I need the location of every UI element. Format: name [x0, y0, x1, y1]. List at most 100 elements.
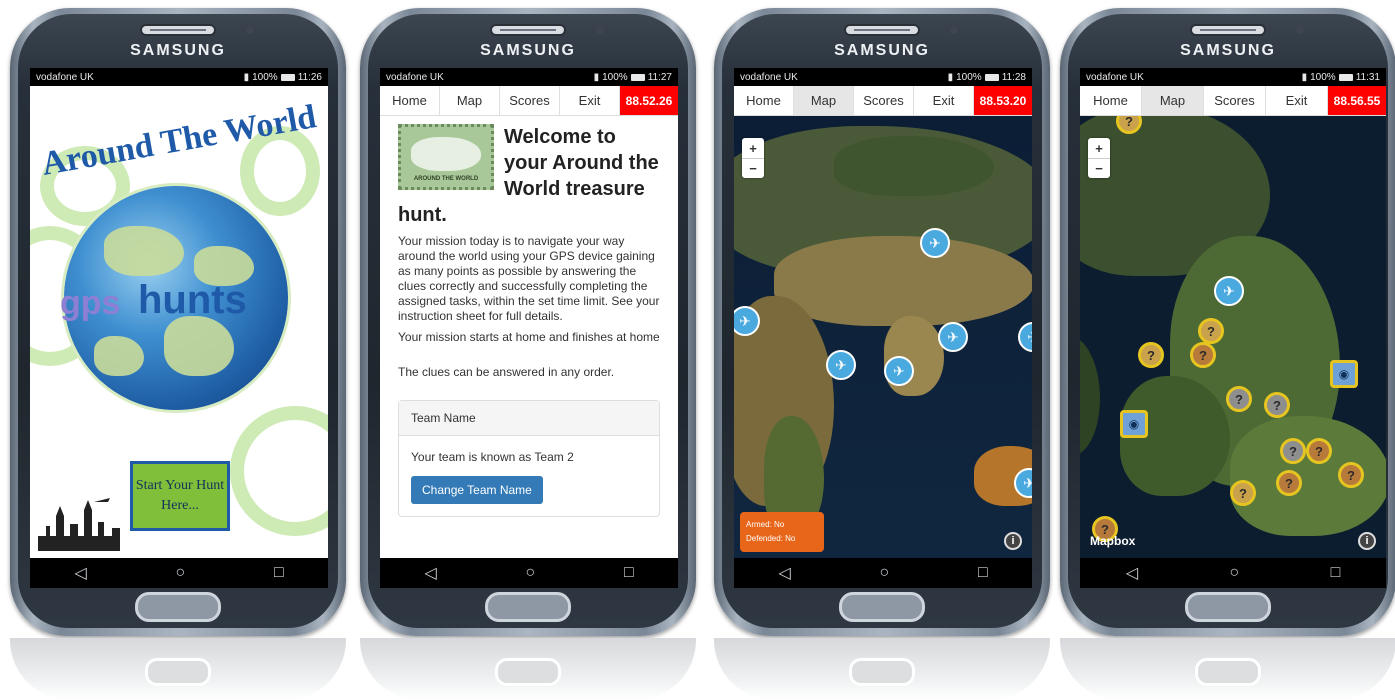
clue-marker-icon[interactable]: ?	[1230, 480, 1256, 506]
hardware-home-button[interactable]	[839, 592, 925, 622]
countdown-timer: 88.56.55	[1328, 86, 1386, 115]
clue-marker-icon[interactable]: ?	[1226, 386, 1252, 412]
plane-marker-icon[interactable]: ✈	[1018, 322, 1032, 352]
tab-scores[interactable]: Scores	[1204, 86, 1266, 115]
zoom-out-button[interactable]: −	[1088, 158, 1110, 178]
brand-logo: SAMSUNG	[130, 42, 226, 59]
skyline-icon	[38, 498, 120, 551]
earpiece	[490, 24, 566, 36]
battery-percent: 100%	[602, 71, 628, 83]
front-camera	[246, 26, 254, 34]
change-team-name-button[interactable]: Change Team Name	[411, 476, 543, 504]
tab-map[interactable]: Map	[794, 86, 854, 115]
back-icon[interactable]: ◁	[1126, 563, 1138, 583]
clue-marker-icon[interactable]: ?	[1276, 470, 1302, 496]
app-nav: Home Map Scores Exit 88.56.55	[1080, 86, 1386, 116]
logo-hunts-text: hunts	[138, 278, 247, 322]
screen: vodafone UK ▮ 100% 11:28 Home Map Scores…	[734, 68, 1032, 588]
earpiece	[1190, 24, 1266, 36]
android-nav-bar: ◁ ○ □	[1080, 558, 1386, 588]
tab-scores[interactable]: Scores	[500, 86, 560, 115]
recents-icon[interactable]: □	[624, 564, 634, 582]
plane-marker-icon[interactable]: ✈	[884, 356, 914, 386]
clue-marker-icon[interactable]: ?	[1264, 392, 1290, 418]
home-icon[interactable]: ○	[879, 564, 889, 582]
status-bar: vodafone UK ▮ 100% 11:27	[380, 68, 678, 86]
hardware-home-button[interactable]	[485, 592, 571, 622]
phone-1: SAMSUNG vodafone UK ▮ 100% 11:26 Around …	[10, 8, 346, 636]
recents-icon[interactable]: □	[1331, 564, 1341, 582]
tab-exit[interactable]: Exit	[560, 86, 620, 115]
tab-home[interactable]: Home	[1080, 86, 1142, 115]
plane-marker-icon[interactable]: ✈	[826, 350, 856, 380]
carrier-label: vodafone UK	[1086, 71, 1144, 83]
clock: 11:27	[647, 71, 672, 83]
welcome-page: AROUND THE WORLD Welcome to your Around …	[380, 116, 678, 558]
tab-home[interactable]: Home	[380, 86, 440, 115]
camera-task-marker-icon[interactable]: ◉	[1120, 410, 1148, 438]
app-nav: Home Map Scores Exit 88.52.26	[380, 86, 678, 116]
battery-percent: 100%	[252, 71, 278, 83]
zoom-in-button[interactable]: +	[1088, 138, 1110, 158]
android-nav-bar: ◁ ○ □	[734, 558, 1032, 588]
front-camera	[950, 26, 958, 34]
logo-gps-text: gps	[60, 284, 121, 322]
zoom-in-button[interactable]: +	[742, 138, 764, 158]
clue-marker-icon[interactable]: ?	[1306, 438, 1332, 464]
clock: 11:28	[1001, 71, 1026, 83]
clue-marker-icon[interactable]: ?	[1198, 318, 1224, 344]
brand-logo: SAMSUNG	[1180, 42, 1276, 59]
countdown-timer: 88.53.20	[974, 86, 1032, 115]
mission-start-text: Your mission starts at home and finishes…	[398, 330, 660, 344]
defended-status: Defended: No	[746, 534, 796, 543]
phone-2-reflection	[360, 638, 696, 700]
plane-marker-icon[interactable]: ✈	[1214, 276, 1244, 306]
mapbox-attribution[interactable]: Mapbox	[1090, 534, 1135, 548]
back-icon[interactable]: ◁	[424, 563, 436, 583]
info-button[interactable]: i	[1004, 532, 1022, 550]
brand-logo: SAMSUNG	[480, 42, 576, 59]
tab-map[interactable]: Map	[1142, 86, 1204, 115]
phone-4: SAMSUNG vodafone UK ▮ 100% 11:31 Home Ma…	[1060, 8, 1395, 636]
plane-marker-icon[interactable]: ✈	[938, 322, 968, 352]
mission-paragraph: Your mission today is to navigate your w…	[398, 234, 660, 323]
clue-marker-icon[interactable]: ?	[1338, 462, 1364, 488]
world-map[interactable]: + − ✈ ✈ ✈ ✈ ✈ ✈ ✈ Armed: No Defended: No…	[734, 116, 1032, 558]
android-nav-bar: ◁ ○ □	[30, 558, 328, 588]
start-hunt-button[interactable]: Start Your Hunt Here...	[130, 461, 230, 531]
battery-percent: 100%	[1310, 71, 1336, 83]
clock: 11:31	[1355, 71, 1380, 83]
hardware-home-button[interactable]	[135, 592, 221, 622]
tab-map[interactable]: Map	[440, 86, 500, 115]
carrier-label: vodafone UK	[36, 71, 94, 83]
tab-home[interactable]: Home	[734, 86, 794, 115]
clock: 11:26	[297, 71, 322, 83]
earpiece	[844, 24, 920, 36]
battery-icon	[1338, 73, 1353, 81]
armed-status: Armed: No	[746, 520, 785, 529]
clue-marker-icon[interactable]: ?	[1190, 342, 1216, 368]
recents-icon[interactable]: □	[274, 564, 284, 582]
zoom-out-button[interactable]: −	[742, 158, 764, 178]
brand-logo: SAMSUNG	[834, 42, 930, 59]
recents-icon[interactable]: □	[978, 564, 988, 582]
clue-marker-icon[interactable]: ?	[1280, 438, 1306, 464]
back-icon[interactable]: ◁	[778, 563, 790, 583]
tab-exit[interactable]: Exit	[914, 86, 974, 115]
camera-task-marker-icon[interactable]: ◉	[1330, 360, 1358, 388]
hardware-home-button[interactable]	[1185, 592, 1271, 622]
app-nav: Home Map Scores Exit 88.53.20	[734, 86, 1032, 116]
back-icon[interactable]: ◁	[74, 563, 86, 583]
plane-marker-icon[interactable]: ✈	[920, 228, 950, 258]
uk-map[interactable]: + − ? ✈ ? ? ? ◉ ? ? ◉ ? ? ? ? ? ? Mapbox…	[1080, 116, 1386, 558]
home-icon[interactable]: ○	[175, 564, 185, 582]
clue-marker-icon[interactable]: ?	[1138, 342, 1164, 368]
info-button[interactable]: i	[1358, 532, 1376, 550]
screen: vodafone UK ▮ 100% 11:27 Home Map Scores…	[380, 68, 678, 588]
carrier-label: vodafone UK	[740, 71, 798, 83]
tab-exit[interactable]: Exit	[1266, 86, 1328, 115]
zoom-control: + −	[1088, 138, 1110, 178]
home-icon[interactable]: ○	[525, 564, 535, 582]
tab-scores[interactable]: Scores	[854, 86, 914, 115]
home-icon[interactable]: ○	[1229, 564, 1239, 582]
